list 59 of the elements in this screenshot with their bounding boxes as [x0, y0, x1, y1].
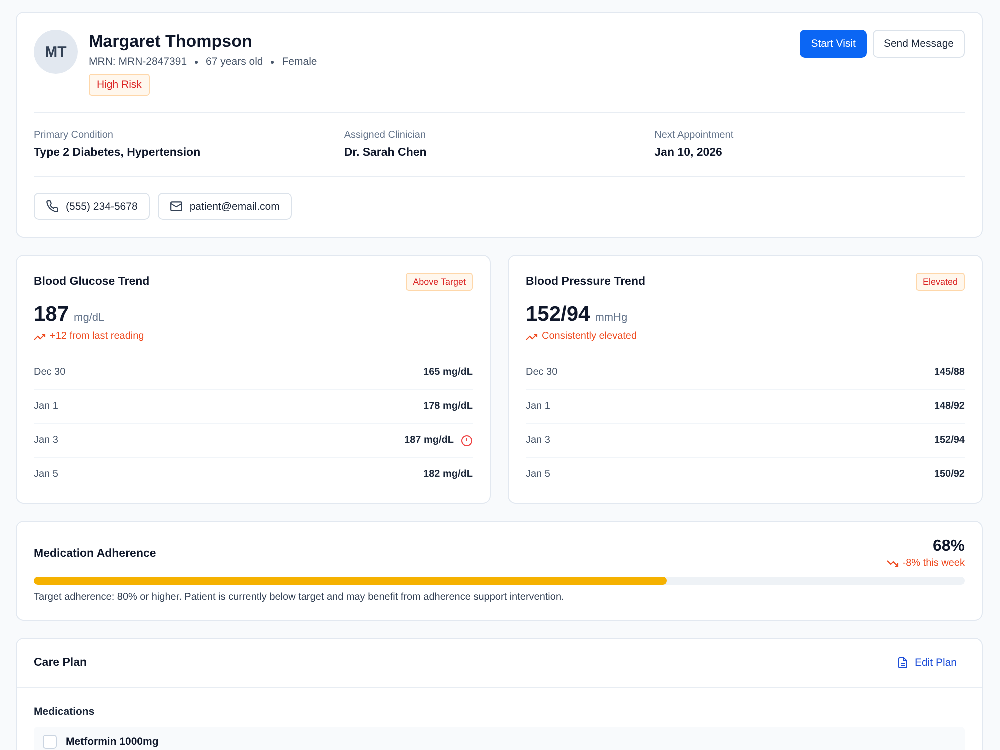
start-button[interactable]: Start Visit	[800, 30, 867, 58]
checkbox[interactable]	[43, 735, 57, 749]
fact-value: Dr. Sarah Chen	[344, 147, 428, 159]
reading-date: Jan 1	[34, 401, 58, 412]
reading-cell: 182 mg/dL	[424, 469, 473, 480]
reading-date: Jan 3	[34, 435, 58, 446]
trend-up-icon	[34, 332, 46, 342]
fact-value: Type 2 Diabetes, Hypertension	[34, 147, 202, 159]
reading-date: Jan 3	[526, 435, 550, 446]
patient-meta: Female	[282, 56, 318, 68]
separator-dot	[195, 60, 198, 64]
reading-cell: 145/88	[934, 367, 965, 378]
reading-date: Jan 5	[526, 469, 550, 480]
fact-label: Primary Condition	[34, 130, 114, 141]
reading-cell: 150/92	[934, 469, 965, 480]
patient-meta: 67 years old	[206, 56, 264, 68]
trend-up-icon	[526, 332, 538, 342]
reading-date: Jan 5	[34, 469, 58, 480]
trend-title: Blood Glucose Trend	[34, 276, 150, 288]
email-chip[interactable]: patient@email.com	[158, 193, 292, 220]
message-button[interactable]: Send Message	[872, 30, 965, 58]
avatar: MT	[34, 30, 78, 74]
change-text: Consistently elevated	[542, 331, 638, 342]
edit-plan-button[interactable]: Edit Plan	[888, 653, 965, 673]
patient-name: Margaret Thompson	[89, 32, 252, 52]
fact-label: Next Appointment	[654, 130, 735, 141]
change-text: -8% this week	[902, 558, 965, 569]
section-heading: Medications	[34, 706, 96, 718]
reading-value: 152/94	[526, 303, 590, 327]
risk-badge: High Risk	[89, 74, 150, 96]
care-plan-title: Care Plan	[34, 657, 88, 669]
reading-date: Dec 30	[34, 367, 66, 378]
reading-date: Jan 1	[526, 401, 550, 412]
reading-cell: 178 mg/dL	[424, 401, 473, 412]
reading-cell: 148/92	[934, 401, 965, 412]
document-icon	[896, 657, 909, 669]
change-text: +12 from last reading	[50, 331, 144, 342]
patient-meta: MRN: MRN-2847391	[89, 56, 188, 68]
phone-chip[interactable]: (555) 234-5678	[34, 193, 150, 220]
status-badge: Above Target	[406, 273, 473, 291]
email-icon	[170, 200, 183, 213]
fact-label: Assigned Clinician	[344, 130, 428, 141]
status-badge: Elevated	[916, 273, 965, 291]
trend-title: Blood Pressure Trend	[526, 276, 646, 288]
reading-cell: 165 mg/dL	[424, 367, 473, 378]
reading-unit: mg/dL	[74, 312, 105, 324]
reading-date: Dec 30	[526, 367, 558, 378]
adherence-percent: 68%	[932, 538, 965, 556]
trend-down-icon	[886, 558, 899, 568]
reading-unit: mmHg	[595, 312, 628, 324]
adherence-title: Medication Adherence	[34, 548, 156, 560]
reading-cell: 187 mg/dL	[404, 435, 454, 446]
fact-value: Jan 10, 2026	[654, 147, 724, 159]
adherence-note: Target adherence: 80% or higher. Patient is currently below target and may benefit from adherence support intervention.	[34, 592, 566, 603]
separator-dot	[271, 60, 274, 64]
medication-name: Metformin 1000mg	[66, 736, 159, 748]
phone-icon	[46, 200, 59, 213]
reading-cell: 152/94	[934, 435, 965, 446]
reading-value: 187	[34, 303, 70, 327]
